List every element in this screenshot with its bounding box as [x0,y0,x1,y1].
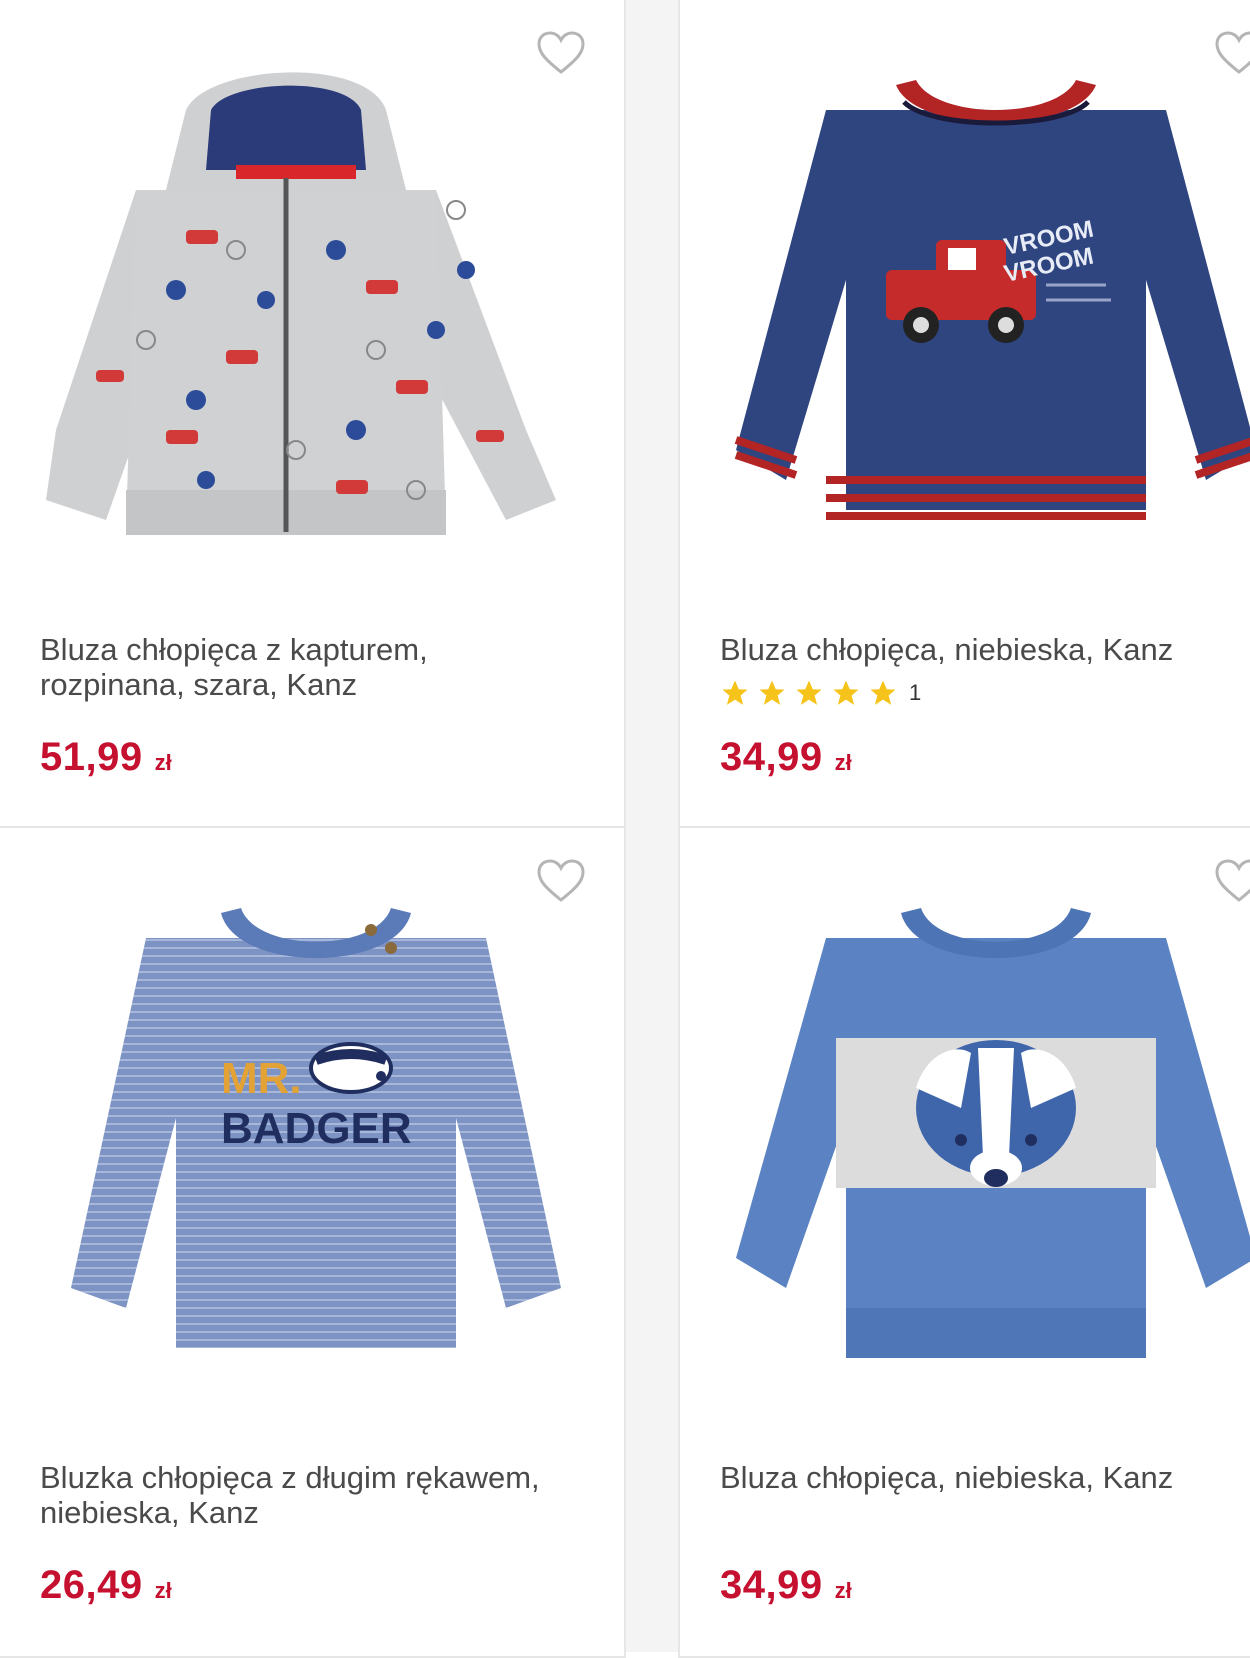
price-value: 51,99 [40,735,143,779]
product-image-sweatshirt-badger-face[interactable] [716,878,1250,1418]
product-image-hoodie[interactable] [36,50,596,590]
product-price: 34,99 zł [720,735,852,780]
rating-count: 1 [909,680,922,705]
product-image-sweatshirt-truck[interactable]: VROOM VROOM [716,50,1250,590]
price-value: 26,49 [40,1563,143,1607]
svg-text:BADGER: BADGER [221,1104,412,1153]
price-currency: zł [154,750,172,775]
rating-stars: 1 [720,678,921,708]
price-currency: zł [834,1578,852,1603]
product-title[interactable]: Bluza chłopięca, niebieska, Kanz [720,1460,1240,1495]
product-grid: Bluza chłopięca z kapturem, rozpinana, s… [0,0,1250,1658]
product-price: 34,99 zł [720,1563,852,1608]
svg-text:MR.: MR. [221,1054,302,1103]
product-title[interactable]: Bluza chłopięca, niebieska, Kanz [720,632,1240,667]
product-card[interactable]: MR. BADGER Bluzka chłopięca z długim ręk… [0,828,626,1658]
price-value: 34,99 [720,735,823,779]
star-icon [759,680,785,705]
product-image-longsleeve-badger[interactable]: MR. BADGER [36,878,596,1418]
product-price: 51,99 zł [40,735,172,780]
product-card[interactable]: Bluza chłopięca z kapturem, rozpinana, s… [0,0,626,828]
star-icon [796,680,822,705]
product-card[interactable]: Bluza chłopięca, niebieska, Kanz 34,99 z… [678,828,1250,1658]
product-title[interactable]: Bluza chłopięca z kapturem, rozpinana, s… [40,632,560,702]
star-icon [722,680,748,705]
price-value: 34,99 [720,1563,823,1607]
grid-gutter [626,0,678,1652]
product-card[interactable]: VROOM VROOM Bluza chłopięca, niebieska, … [678,0,1250,828]
product-price: 26,49 zł [40,1563,172,1608]
price-currency: zł [154,1578,172,1603]
star-icon [833,680,859,705]
product-title[interactable]: Bluzka chłopięca z długim rękawem, niebi… [40,1460,560,1530]
star-icon [870,680,896,705]
price-currency: zł [834,750,852,775]
